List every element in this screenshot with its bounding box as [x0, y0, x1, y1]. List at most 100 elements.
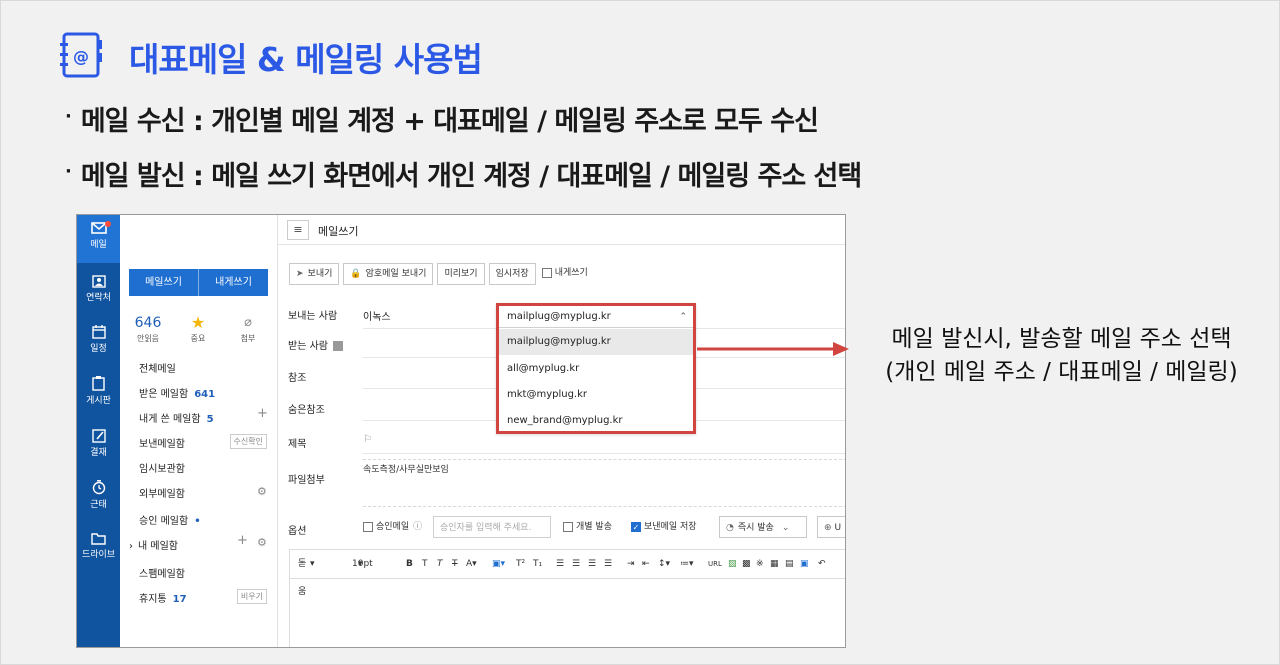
- folder-all-mail[interactable]: 전체메일: [139, 360, 176, 375]
- read-receipt-button[interactable]: 수신확인: [229, 434, 267, 449]
- align-justify-icon[interactable]: ☰: [604, 550, 612, 578]
- rail-item-board[interactable]: 게시판: [77, 376, 120, 406]
- folder-my-mail[interactable]: › 내 메일함: [129, 537, 178, 552]
- self-compose-button[interactable]: 내게쓰기: [199, 269, 268, 296]
- undo-icon[interactable]: ↶: [818, 550, 826, 578]
- save-sent-checkbox[interactable]: ✓ 보낸메일 저장: [631, 516, 697, 538]
- folder-count: 17: [172, 594, 187, 605]
- chevron-right-icon[interactable]: ›: [129, 541, 133, 552]
- mail-sidebar: 메일쓰기 내게쓰기 646 안읽음 ★ 중요 ⌀ 첨부 전체메일 받은 메일함 6…: [120, 215, 278, 647]
- flag-icon[interactable]: ⚐: [363, 434, 372, 445]
- address-option[interactable]: mailplug@myplug.kr: [499, 329, 693, 355]
- hr-icon[interactable]: ▤: [785, 550, 794, 578]
- callout-text: 메일 발신시, 발송할 메일 주소 선택 (개인 메일 주소 / 대표메일 / …: [849, 323, 1274, 389]
- save-draft-button[interactable]: 임시저장: [488, 263, 536, 285]
- address-option[interactable]: all@myplug.kr: [499, 356, 693, 382]
- subscript-icon[interactable]: T₁: [533, 550, 542, 578]
- bold-icon[interactable]: B: [406, 550, 413, 578]
- app-rail: 메일 연락처 일정 게시판 결재 근태 드라이브: [77, 215, 120, 647]
- send-to-self-label: 내게쓰기: [554, 268, 588, 278]
- bullet-dot: ·: [65, 161, 72, 182]
- send-to-self-checkbox[interactable]: 내게쓰기: [539, 263, 590, 285]
- callout-arrow: [697, 342, 849, 356]
- rail-item-approval[interactable]: 결재: [77, 429, 120, 458]
- folder-label: 외부메일함: [139, 489, 185, 500]
- folder-spam[interactable]: 스팸메일함: [139, 565, 185, 580]
- board-icon: [92, 376, 105, 391]
- compose-buttons: 메일쓰기 내게쓰기: [129, 269, 268, 296]
- video-icon[interactable]: ▩: [742, 550, 751, 578]
- folder-label: 전체메일: [139, 364, 176, 375]
- from-address-dropdown[interactable]: mailplug@myplug.kr ⌃ mailplug@myplug.kr a…: [496, 303, 696, 434]
- rail-item-drive[interactable]: 드라이브: [77, 532, 120, 560]
- individual-send-checkbox[interactable]: 개별 발송: [563, 516, 612, 538]
- compose-button[interactable]: 메일쓰기: [129, 269, 199, 296]
- add-icon[interactable]: +: [257, 406, 268, 421]
- gear-icon[interactable]: ⚙: [257, 485, 267, 498]
- rail-item-attendance[interactable]: 근태: [77, 480, 120, 510]
- template-icon[interactable]: ▣: [800, 550, 809, 578]
- send-label: 보내기: [307, 269, 333, 279]
- send-button[interactable]: ➤ 보내기: [289, 263, 340, 285]
- indent-icon[interactable]: ⇥: [627, 550, 635, 578]
- info-icon: ⓘ: [413, 522, 423, 532]
- approval-mail-checkbox[interactable]: 승인메일 ⓘ: [363, 516, 422, 538]
- stat-attachments[interactable]: ⌀ 첨부: [234, 313, 262, 344]
- secure-send-button[interactable]: 🔒 암호메일 보내기: [343, 263, 434, 285]
- attach-label: 파일첨부: [288, 475, 325, 486]
- chevron-up-icon: ⌃: [679, 312, 687, 322]
- send-timing-select[interactable]: ◔ 즉시 발송 ⌄: [719, 516, 807, 538]
- empty-trash-button[interactable]: 비우기: [236, 589, 267, 604]
- align-center-icon[interactable]: ☰: [572, 550, 580, 578]
- folder-trash[interactable]: 휴지통 17: [139, 590, 187, 605]
- align-right-icon[interactable]: ☰: [588, 550, 596, 578]
- folder-drafts[interactable]: 임시보관함: [139, 460, 185, 475]
- line-height-icon[interactable]: ↕▾: [658, 550, 670, 578]
- strike-icon[interactable]: T: [452, 550, 458, 578]
- preview-button[interactable]: 미리보기: [437, 263, 485, 285]
- approver-input[interactable]: 승인자를 입력해 주세요.: [433, 516, 551, 538]
- address-option[interactable]: mkt@myplug.kr: [499, 382, 693, 408]
- align-left-icon[interactable]: ☰: [556, 550, 564, 578]
- subject-label: 제목: [288, 439, 307, 450]
- address-book-icon[interactable]: [332, 341, 343, 351]
- checkbox-checked: ✓: [631, 521, 641, 532]
- text-color-icon[interactable]: A▾: [466, 550, 477, 578]
- locale-select[interactable]: ⊕ U: [817, 516, 845, 538]
- stat-important[interactable]: ★ 중요: [184, 313, 212, 344]
- special-char-icon[interactable]: ※: [756, 550, 764, 578]
- folder-inbox[interactable]: 받은 메일함 641: [139, 385, 215, 400]
- rail-item-contacts[interactable]: 연락처: [77, 275, 120, 303]
- stat-unread[interactable]: 646 안읽음: [134, 313, 162, 344]
- bullet-send: · 메일 발신 : 메일 쓰기 화면에서 개인 계정 / 대표메일 / 메일링 주…: [65, 154, 862, 193]
- gear-icon[interactable]: ⚙: [257, 536, 267, 549]
- attachment-dropzone[interactable]: 속도측정/사무실만보임: [363, 459, 845, 507]
- menu-toggle-icon[interactable]: ≡: [287, 220, 309, 240]
- font-face-icon[interactable]: T: [422, 550, 428, 578]
- highlight-icon[interactable]: ▣▾: [492, 550, 505, 578]
- folder-label: 승인 메일함: [139, 516, 189, 527]
- link-icon[interactable]: URL: [708, 550, 722, 578]
- address-option[interactable]: new_brand@myplug.kr: [499, 408, 693, 434]
- list-icon[interactable]: ≔▾: [680, 550, 694, 578]
- sender-name: 이녹스: [363, 312, 391, 323]
- folder-external[interactable]: 외부메일함: [139, 485, 185, 500]
- folder-sent[interactable]: 보낸메일함: [139, 435, 185, 450]
- editor-body[interactable]: [289, 579, 845, 647]
- superscript-icon[interactable]: T²: [516, 550, 525, 578]
- from-address-select[interactable]: mailplug@myplug.kr ⌃: [499, 306, 693, 328]
- italic-icon[interactable]: T: [437, 550, 443, 578]
- options-label: 옵션: [288, 526, 307, 537]
- slide-frame: @ 대표메일 & 메일링 사용법 · 메일 수신 : 개인별 메일 계정 + 대표…: [0, 0, 1280, 665]
- checkbox-box: [363, 521, 373, 532]
- rail-item-calendar[interactable]: 일정: [77, 325, 120, 354]
- folder-approval[interactable]: 승인 메일함 •: [139, 512, 201, 527]
- image-icon[interactable]: ▨: [728, 550, 737, 578]
- outdent-icon[interactable]: ⇤: [642, 550, 650, 578]
- table-icon[interactable]: ▦: [770, 550, 779, 578]
- add-icon[interactable]: +: [237, 533, 248, 548]
- lock-icon: 🔒: [350, 269, 362, 279]
- folder-to-self[interactable]: 내게 쓴 메일함 5: [139, 410, 214, 425]
- rail-item-mail[interactable]: 메일: [77, 215, 120, 263]
- notification-dot: [105, 221, 111, 227]
